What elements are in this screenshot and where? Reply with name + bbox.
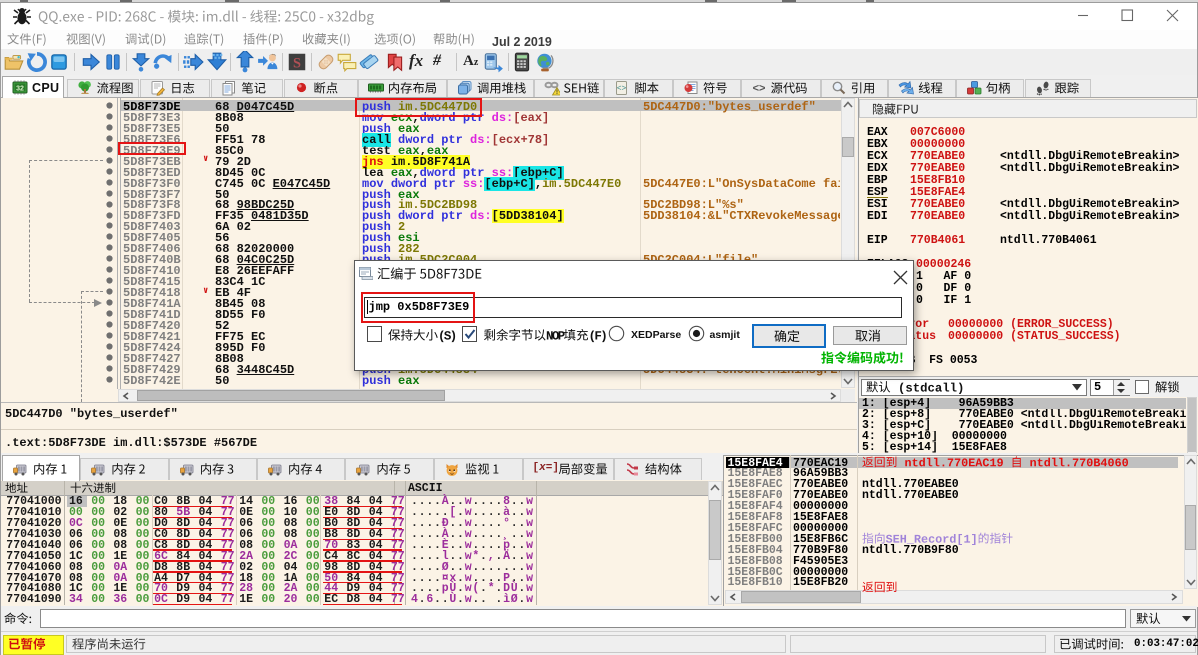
svg-text:!: ! [556, 90, 558, 96]
svg-text:<>: <> [752, 83, 765, 95]
svg-text:32: 32 [16, 85, 24, 92]
svg-text:S: S [293, 56, 301, 72]
svg-text:<>: <> [617, 85, 627, 94]
